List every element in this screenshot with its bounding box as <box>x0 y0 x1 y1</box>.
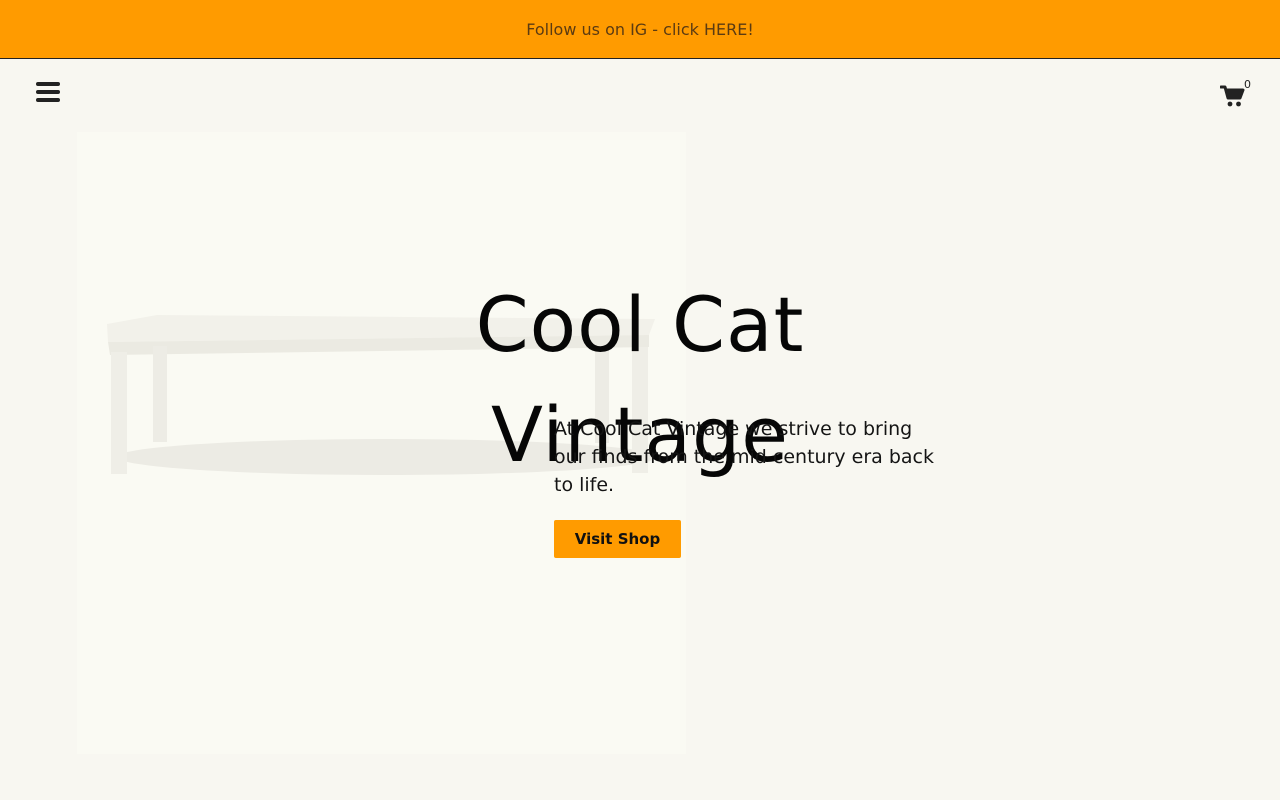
visit-shop-button[interactable]: Visit Shop <box>554 520 681 558</box>
cart-count-badge: 0 <box>1244 78 1251 91</box>
hero-description: At Cool Cat Vintage we strive to bring o… <box>554 418 934 496</box>
cart-button[interactable]: 0 <box>1220 78 1258 112</box>
shopping-cart-icon <box>1220 85 1245 107</box>
hamburger-menu-icon-bar <box>36 90 60 94</box>
instagram-link[interactable]: Follow us on IG - click HERE! <box>526 20 754 39</box>
announcement-bar: Follow us on IG - click HERE! <box>0 0 1280 59</box>
hamburger-menu-icon <box>36 82 60 86</box>
menu-button[interactable] <box>36 80 60 104</box>
hamburger-menu-icon-bar <box>36 98 60 102</box>
